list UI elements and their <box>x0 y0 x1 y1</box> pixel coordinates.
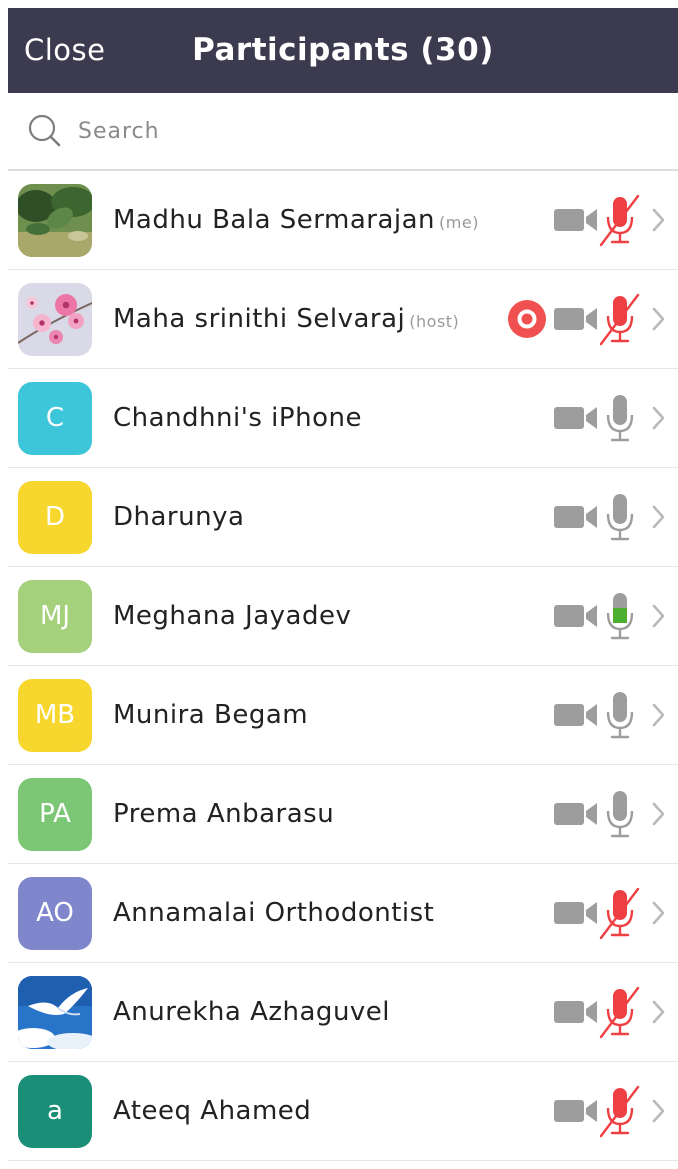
avatar <box>18 283 92 356</box>
page-title: Participants (30) <box>192 32 494 68</box>
avatar: MJ <box>18 580 92 653</box>
participant-name-wrap: Ateeq Ahamed <box>113 1062 311 1160</box>
chevron-right-icon[interactable] <box>648 798 668 830</box>
participant-name-wrap: Prema Anbarasu <box>113 765 334 863</box>
participant-row[interactable]: a Ateeq Ahamed <box>8 1062 678 1161</box>
participant-list: Madhu Bala Sermarajan (me) Maha srinithi S… <box>8 171 678 1161</box>
header-bar: Close Participants (30) <box>8 8 678 93</box>
video-camera-icon <box>554 209 597 231</box>
record-icon <box>508 300 546 338</box>
participant-name-wrap: Annamalai Orthodontist <box>113 864 434 962</box>
participant-row[interactable]: AO Annamalai Orthodontist <box>8 864 678 963</box>
participant-name: Prema Anbarasu <box>113 799 335 829</box>
chevron-right-icon[interactable] <box>648 501 668 533</box>
participant-row[interactable]: MB Munira Begam <box>8 666 678 765</box>
participant-name-wrap: Madhu Bala Sermarajan (me) <box>113 171 479 269</box>
participant-row[interactable]: D Dharunya <box>8 468 678 567</box>
participant-row[interactable]: PA Prema Anbarasu <box>8 765 678 864</box>
chevron-right-icon[interactable] <box>648 1095 668 1127</box>
avatar <box>18 184 92 257</box>
participant-name: Maha srinithi Selvaraj <box>113 304 406 334</box>
video-camera-icon <box>554 506 597 528</box>
participant-name: Annamalai Orthodontist <box>113 898 435 928</box>
participant-name-wrap: Maha srinithi Selvaraj (host) <box>113 270 459 368</box>
search-input[interactable] <box>78 111 638 151</box>
participant-name-wrap: Meghana Jayadev <box>113 567 351 665</box>
participant-row[interactable]: MJ Meghana Jayadev <box>8 567 678 666</box>
participant-name-wrap: Munira Begam <box>113 666 308 764</box>
participant-name-wrap: Dharunya <box>113 468 244 566</box>
participant-name: Dharunya <box>113 502 245 532</box>
avatar: D <box>18 481 92 554</box>
participant-row[interactable]: Maha srinithi Selvaraj (host) <box>8 270 678 369</box>
participant-name-wrap: Chandhni's iPhone <box>113 369 362 467</box>
search-bar <box>8 93 678 171</box>
search-icon <box>28 114 61 147</box>
avatar: AO <box>18 877 92 950</box>
mic-muted-icon <box>599 293 640 346</box>
video-camera-icon <box>554 1100 597 1122</box>
participant-row[interactable]: C Chandhni's iPhone <box>8 369 678 468</box>
chevron-right-icon[interactable] <box>648 402 668 434</box>
video-camera-icon <box>554 605 597 627</box>
participant-role-tag: (me) <box>439 213 479 232</box>
video-camera-icon <box>554 407 597 429</box>
participant-name: Anurekha Azhaguvel <box>113 997 391 1027</box>
participant-row[interactable]: Madhu Bala Sermarajan (me) <box>8 171 678 270</box>
video-camera-icon <box>554 704 597 726</box>
mic-muted-icon <box>599 1085 640 1138</box>
avatar: PA <box>18 778 92 851</box>
microphone-icon <box>606 593 634 640</box>
video-camera-icon <box>554 902 597 924</box>
video-camera-icon <box>554 1001 597 1023</box>
chevron-right-icon[interactable] <box>648 897 668 929</box>
chevron-right-icon[interactable] <box>648 996 668 1028</box>
video-camera-icon <box>554 308 597 330</box>
mic-muted-icon <box>599 887 640 940</box>
microphone-icon <box>606 494 634 541</box>
mic-muted-icon <box>599 194 640 247</box>
chevron-right-icon[interactable] <box>648 204 668 236</box>
chevron-right-icon[interactable] <box>648 303 668 335</box>
avatar: MB <box>18 679 92 752</box>
video-camera-icon <box>554 803 597 825</box>
mic-muted-icon <box>599 986 640 1039</box>
microphone-icon <box>606 692 634 739</box>
microphone-icon <box>606 395 634 442</box>
participant-name: Madhu Bala Sermarajan <box>113 205 436 235</box>
avatar: a <box>18 1075 92 1148</box>
avatar <box>18 976 92 1049</box>
microphone-icon <box>606 791 634 838</box>
participant-name: Ateeq Ahamed <box>113 1096 312 1126</box>
chevron-right-icon[interactable] <box>648 699 668 731</box>
avatar: C <box>18 382 92 455</box>
participant-name: Munira Begam <box>113 700 309 730</box>
chevron-right-icon[interactable] <box>648 600 668 632</box>
participant-role-tag: (host) <box>409 312 460 331</box>
participant-row[interactable]: Anurekha Azhaguvel <box>8 963 678 1062</box>
participant-name: Meghana Jayadev <box>113 601 352 631</box>
participant-name-wrap: Anurekha Azhaguvel <box>113 963 390 1061</box>
participant-name: Chandhni's iPhone <box>113 403 362 433</box>
participants-screen: Close Participants (30) Madhu Bala Serma… <box>8 8 678 1169</box>
